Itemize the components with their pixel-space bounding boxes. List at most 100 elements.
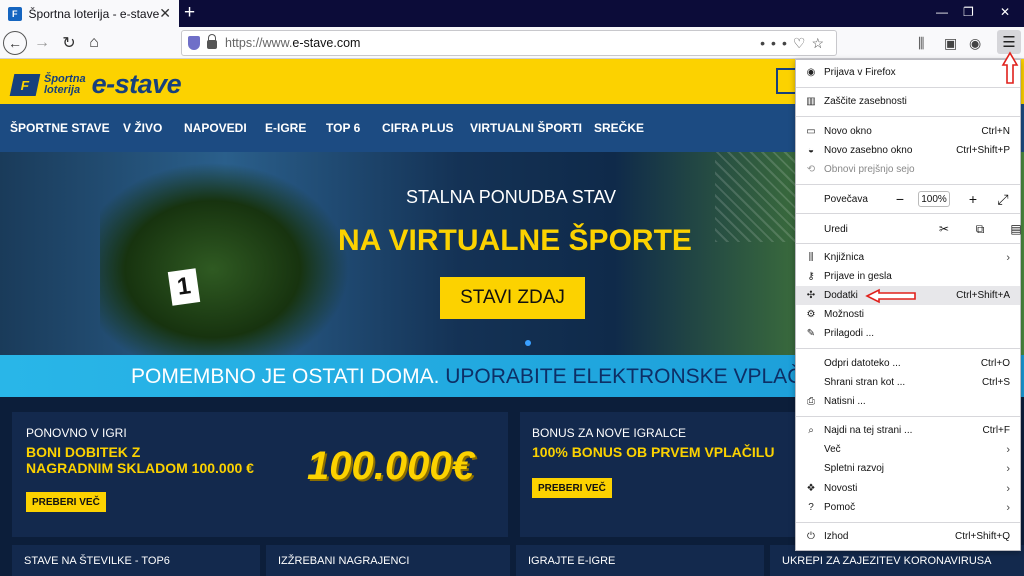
menu-separator bbox=[796, 116, 1020, 117]
lock-icon[interactable] bbox=[207, 34, 217, 49]
menu-more[interactable]: Več › bbox=[796, 440, 1020, 459]
speedway-rider-image bbox=[100, 162, 350, 355]
zoom-in-button[interactable]: + bbox=[964, 191, 982, 207]
chevron-right-icon: › bbox=[1006, 251, 1010, 264]
nav-top6[interactable]: TOP 6 bbox=[326, 121, 360, 135]
page-actions-icon[interactable]: ••• bbox=[760, 35, 793, 51]
menu-library[interactable]: ⫼ Knjižnica › bbox=[796, 248, 1020, 267]
menu-print[interactable]: ⎙ Natisni ... bbox=[796, 392, 1020, 411]
sidebar-icon[interactable]: ▣ bbox=[944, 35, 957, 52]
chevron-right-icon: › bbox=[1006, 462, 1010, 475]
menu-logins[interactable]: ⚷ Prijave in gesla bbox=[796, 267, 1020, 286]
menu-new-window[interactable]: ▭ Novo okno Ctrl+N bbox=[796, 122, 1020, 141]
tab-title: Športna loterija - e-stave bbox=[28, 6, 160, 21]
pocket-icon[interactable]: ♡ bbox=[793, 35, 812, 52]
stavi-zdaj-button[interactable]: STAVI ZDAJ bbox=[440, 277, 585, 319]
app-menu: ◉ Prijava v Firefox ▥ Zaščite zasebnosti… bbox=[795, 59, 1022, 551]
menu-options[interactable]: ⚙ Možnosti bbox=[796, 305, 1020, 324]
account-icon[interactable]: ◉ bbox=[969, 35, 981, 52]
reload-button[interactable]: ↻ bbox=[57, 31, 81, 55]
logo-brand: e-stave bbox=[91, 69, 182, 99]
nav-e-igre[interactable]: E-IGRE bbox=[265, 121, 306, 135]
zoom-out-button[interactable]: − bbox=[891, 191, 909, 207]
menu-save-page[interactable]: Shrani stran kot ... Ctrl+S bbox=[796, 373, 1020, 392]
power-icon: ⏻ bbox=[807, 531, 815, 542]
paintbrush-icon: ✎ bbox=[806, 328, 816, 339]
menu-edit: Uredi ✂ ⧉ ▤ bbox=[796, 219, 1022, 239]
nav-napovedi[interactable]: NAPOVEDI bbox=[184, 121, 247, 135]
menu-zoom: Povečava − 100% + ⤢ bbox=[796, 189, 1020, 209]
paste-icon[interactable]: ▤ bbox=[998, 222, 1024, 237]
goal-net-image bbox=[715, 152, 795, 242]
forward-button[interactable]: → bbox=[30, 31, 54, 55]
menu-customize[interactable]: ✎ Prilagodi ... bbox=[796, 324, 1020, 343]
tracking-shield-icon[interactable] bbox=[188, 36, 200, 50]
prize-amount: 100.000€ bbox=[307, 444, 474, 488]
chevron-right-icon: › bbox=[1006, 501, 1010, 514]
gift-icon: ❖ bbox=[806, 483, 816, 494]
window-close-button[interactable]: ✕ bbox=[1000, 5, 1010, 19]
menu-separator bbox=[796, 243, 1020, 244]
fullscreen-button[interactable]: ⤢ bbox=[994, 191, 1012, 208]
home-button[interactable]: ⌂ bbox=[82, 31, 106, 55]
url-text[interactable]: https://www.e-stave.com bbox=[225, 36, 760, 50]
minimize-button[interactable]: — bbox=[936, 5, 948, 19]
menu-web-developer[interactable]: Spletni razvoj › bbox=[796, 459, 1020, 478]
banner-text-white: POMEMBNO JE OSTATI DOMA. bbox=[131, 365, 440, 388]
nav-virtualni-sporti[interactable]: VIRTUALNI ŠPORTI bbox=[470, 121, 582, 135]
carousel-dot[interactable] bbox=[525, 340, 531, 346]
menu-separator bbox=[796, 213, 1020, 214]
menu-private-window[interactable]: ◒ Novo zasebno okno Ctrl+Shift+P bbox=[796, 141, 1020, 160]
preberi-vec-button-1[interactable]: PREBERI VEČ bbox=[26, 492, 106, 512]
menu-separator bbox=[796, 184, 1020, 185]
restore-icon: ⟲ bbox=[806, 164, 816, 175]
bookmark-star-icon[interactable]: ☆ bbox=[811, 35, 830, 52]
window-icon: ▭ bbox=[806, 126, 816, 137]
menu-whats-new[interactable]: ❖ Novosti › bbox=[796, 479, 1020, 498]
card-title-line-2: NAGRADNIM SKLADOM 100.000 € bbox=[26, 460, 254, 476]
menu-quit[interactable]: ⏻ Izhod Ctrl+Shift+Q bbox=[796, 527, 1020, 546]
menu-find[interactable]: ⌕ Najdi na tej strani ... Ctrl+F bbox=[796, 421, 1020, 440]
card-kicker: BONUS ZA NOVE IGRALCE bbox=[532, 426, 687, 440]
chart-bars-icon: ▥ bbox=[806, 96, 816, 107]
bottom-card-3[interactable]: IGRAJTE E-IGRE bbox=[516, 545, 764, 576]
cut-icon[interactable]: ✂ bbox=[926, 222, 962, 237]
puzzle-icon: ✣ bbox=[806, 290, 816, 301]
account-icon: ◉ bbox=[806, 67, 816, 78]
maximize-button[interactable]: ❐ bbox=[963, 5, 974, 19]
menu-help[interactable]: ? Pomoč › bbox=[796, 498, 1020, 517]
rider-number-plate: 1 bbox=[167, 268, 201, 306]
library-icon[interactable]: ⫼ bbox=[918, 35, 924, 52]
card-kicker: PONOVNO V IGRI bbox=[26, 426, 127, 440]
menu-privacy[interactable]: ▥ Zaščite zasebnosti bbox=[796, 92, 1020, 111]
url-bar[interactable]: https://www.e-stave.com ••• ♡ ☆ bbox=[181, 30, 837, 56]
copy-icon[interactable]: ⧉ bbox=[962, 222, 998, 237]
card-title: 100% BONUS OB PRVEM VPLAČILU bbox=[532, 444, 775, 460]
menu-separator bbox=[796, 522, 1020, 523]
nav-sportne-stave[interactable]: ŠPORTNE STAVE bbox=[10, 121, 110, 135]
promo-card-bonus[interactable]: BONUS ZA NOVE IGRALCE 100% BONUS OB PRVE… bbox=[520, 412, 795, 537]
browser-tab[interactable]: F Športna loterija - e-stave ✕ bbox=[0, 0, 179, 27]
nav-v-zivo[interactable]: V ŽIVO bbox=[123, 121, 162, 135]
library-icon: ⫼ bbox=[808, 252, 814, 263]
bottom-card-label: UKREPI ZA ZAJEZITEV KORONAVIRUSA bbox=[782, 555, 992, 567]
bottom-card-label: STAVE NA ŠTEVILKE - TOP6 bbox=[24, 555, 170, 567]
tab-strip: F Športna loterija - e-stave ✕ + — ❐ ✕ bbox=[0, 0, 1024, 27]
search-icon: ⌕ bbox=[808, 425, 814, 436]
hero-subtitle: STALNA PONUDBA STAV bbox=[406, 187, 617, 207]
menu-open-file[interactable]: Odpri datoteko ... Ctrl+O bbox=[796, 354, 1020, 373]
menu-sign-in[interactable]: ◉ Prijava v Firefox bbox=[796, 63, 1020, 82]
promo-card-boni[interactable]: PONOVNO V IGRI BONI DOBITEK Z NAGRADNIM … bbox=[12, 412, 508, 537]
nav-srecke[interactable]: SREČKE bbox=[594, 121, 644, 135]
bottom-card-2[interactable]: IZŽREBANI NAGRAJENCI bbox=[266, 545, 510, 576]
menu-separator bbox=[796, 348, 1020, 349]
bottom-card-1[interactable]: STAVE NA ŠTEVILKE - TOP6 bbox=[12, 545, 260, 576]
nav-cifra-plus[interactable]: CIFRA PLUS bbox=[382, 121, 454, 135]
tab-close-icon[interactable]: ✕ bbox=[159, 5, 171, 22]
back-button[interactable]: ← bbox=[3, 31, 27, 55]
new-tab-button[interactable]: + bbox=[184, 2, 195, 24]
site-logo[interactable]: F Športna loterija e-stave bbox=[9, 69, 182, 100]
preberi-vec-button-2[interactable]: PREBERI VEČ bbox=[532, 478, 612, 498]
annotation-arrow-addons-icon bbox=[865, 288, 916, 304]
zoom-reset-button[interactable]: 100% bbox=[918, 191, 950, 207]
